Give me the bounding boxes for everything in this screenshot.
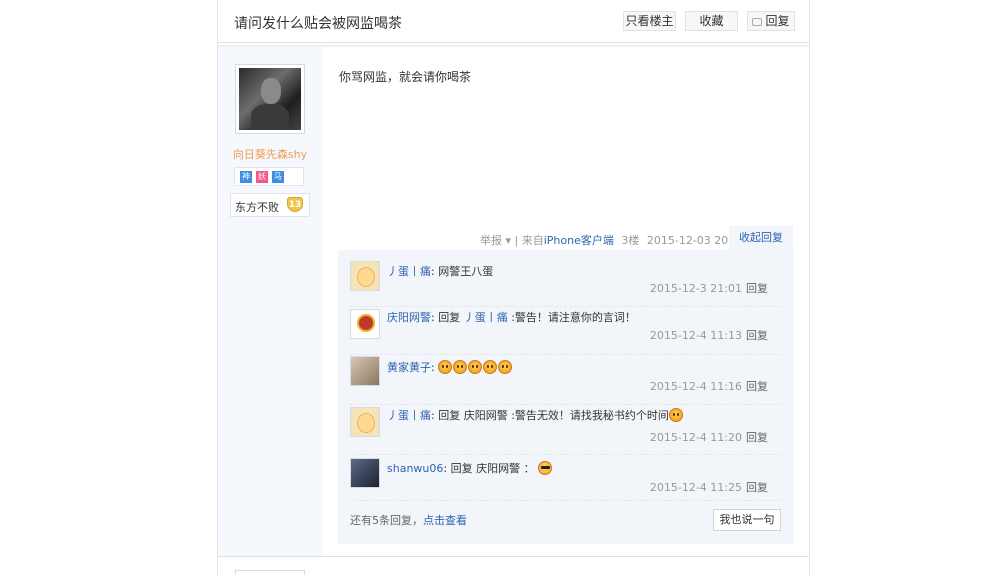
favorite-button[interactable]: 收藏 — [685, 11, 738, 31]
reply-item: 庆阳网警: 回复 丿蛋丨痛 :警告！请注意你的言词！ 2015-12-4 11:… — [350, 307, 782, 355]
author-badges: 神 妖 马 — [234, 167, 304, 186]
reply-username[interactable]: 黄家黄子 — [387, 361, 431, 374]
reply-username[interactable]: 丿蛋丨痛 — [387, 409, 431, 422]
author-sidebar: 向日葵先森shy 神 妖 马 东方不败 13 — [218, 47, 322, 557]
reply-text: 网警王八蛋 — [438, 265, 494, 278]
reply-to-button[interactable]: 回复 — [746, 329, 768, 342]
badge-icon[interactable]: 妖 — [256, 171, 268, 183]
badge-icon[interactable]: 神 — [240, 171, 252, 183]
avatar-image — [239, 68, 301, 130]
reply-time: 2015-12-3 21:01 — [649, 282, 742, 295]
post-column: 请问发什么贴会被网监喝茶 只看楼主 收藏 回复 向日葵先森shy 神 妖 马 东… — [217, 0, 810, 575]
view-more-link[interactable]: 点击查看 — [423, 514, 467, 527]
floor-number: 3楼 — [621, 234, 640, 247]
emoji-icon — [483, 360, 498, 374]
post-divider — [218, 556, 809, 557]
reply-text: 警告无效！请找我秘书约个时间 — [514, 409, 669, 422]
reply-item: shanwu06: 回复 庆阳网警 ： 2015-12-4 11:25 回复 — [350, 455, 782, 501]
reply-prefix: 回复 — [438, 409, 461, 422]
reply-button[interactable]: 回复 — [747, 11, 795, 31]
reply-to-button[interactable]: 回复 — [746, 380, 768, 393]
post-meta: 举报 ▾ | 来自iPhone客户端 3楼 2015-12-03 20:21 — [480, 232, 746, 248]
author-level[interactable]: 东方不败 13 — [230, 193, 310, 217]
badge-icon[interactable]: 马 — [272, 171, 284, 183]
thread-title: 请问发什么贴会被网监喝茶 — [234, 16, 402, 32]
level-name: 东方不败 — [235, 201, 279, 214]
reply-avatar[interactable] — [350, 407, 380, 437]
reply-item: 丿蛋丨痛: 网警王八蛋 2015-12-3 21:01 回复 — [350, 260, 782, 307]
reply-text: 警告！请注意你的言词！ — [514, 311, 636, 324]
emoji-icon — [668, 408, 683, 422]
reply-time: 2015-12-4 11:13 — [649, 329, 742, 342]
level-badge-icon: 13 — [287, 197, 303, 212]
reply-avatar[interactable] — [350, 261, 380, 291]
reply-time: 2015-12-4 11:20 — [649, 431, 742, 444]
reply-to-button[interactable]: 回复 — [746, 431, 768, 444]
emoji-icon — [438, 360, 453, 374]
reply-item: 黄家黄子: 2015-12-4 11:16 回复 — [350, 355, 782, 405]
reply-avatar[interactable] — [350, 309, 380, 339]
reply-prefix: 回复 — [450, 462, 473, 475]
post-content: 你骂网监，就会请你喝茶 — [339, 70, 472, 84]
reply-prefix: 回复 — [438, 311, 461, 324]
report-dropdown-icon: ▾ | — [502, 234, 522, 247]
reply-item: 丿蛋丨痛: 回复 庆阳网警 :警告无效！请找我秘书约个时间 2015-12-4 … — [350, 405, 782, 455]
reply-button-label: 回复 — [765, 14, 790, 28]
thread-header: 请问发什么贴会被网监喝茶 只看楼主 收藏 回复 — [218, 0, 809, 43]
reply-avatar[interactable] — [350, 356, 380, 386]
reply-time: 2015-12-4 11:25 — [649, 481, 742, 494]
reply-target-user[interactable]: 庆阳网警 — [476, 462, 520, 475]
collapse-replies-button[interactable]: 收起回复 — [729, 226, 793, 250]
say-something-button[interactable]: 我也说一句 — [713, 509, 781, 531]
emoji-icon — [468, 360, 483, 374]
reply-username[interactable]: shanwu06 — [387, 462, 443, 475]
only-author-button[interactable]: 只看楼主 — [623, 11, 676, 31]
emoji-icon — [453, 360, 468, 374]
reply-icon — [752, 18, 763, 26]
more-replies: 还有5条回复，点击查看 — [350, 512, 467, 528]
next-post-avatar — [235, 570, 305, 575]
more-replies-text: 还有5条回复， — [350, 514, 423, 527]
reply-time: 2015-12-4 11:16 — [649, 380, 742, 393]
reply-username[interactable]: 丿蛋丨痛 — [387, 265, 431, 278]
reply-username[interactable]: 庆阳网警 — [387, 311, 431, 324]
author-avatar[interactable] — [235, 64, 305, 134]
reply-target-user[interactable]: 庆阳网警 — [464, 409, 508, 422]
reply-target-user[interactable]: 丿蛋丨痛 — [464, 311, 508, 324]
author-name[interactable]: 向日葵先森shy — [218, 146, 322, 162]
source-prefix: 来自 — [521, 234, 544, 247]
reply-to-button[interactable]: 回复 — [746, 282, 768, 295]
reply-avatar[interactable] — [350, 458, 380, 488]
replies-panel: 丿蛋丨痛: 网警王八蛋 2015-12-3 21:01 回复 庆阳网警: 回复 丿… — [338, 250, 794, 544]
emoji-icon — [498, 360, 513, 374]
reply-to-button[interactable]: 回复 — [746, 481, 768, 494]
report-link[interactable]: 举报 — [480, 234, 502, 247]
emoji-cool-icon — [538, 461, 553, 475]
source-client-link[interactable]: iPhone客户端 — [544, 234, 614, 247]
